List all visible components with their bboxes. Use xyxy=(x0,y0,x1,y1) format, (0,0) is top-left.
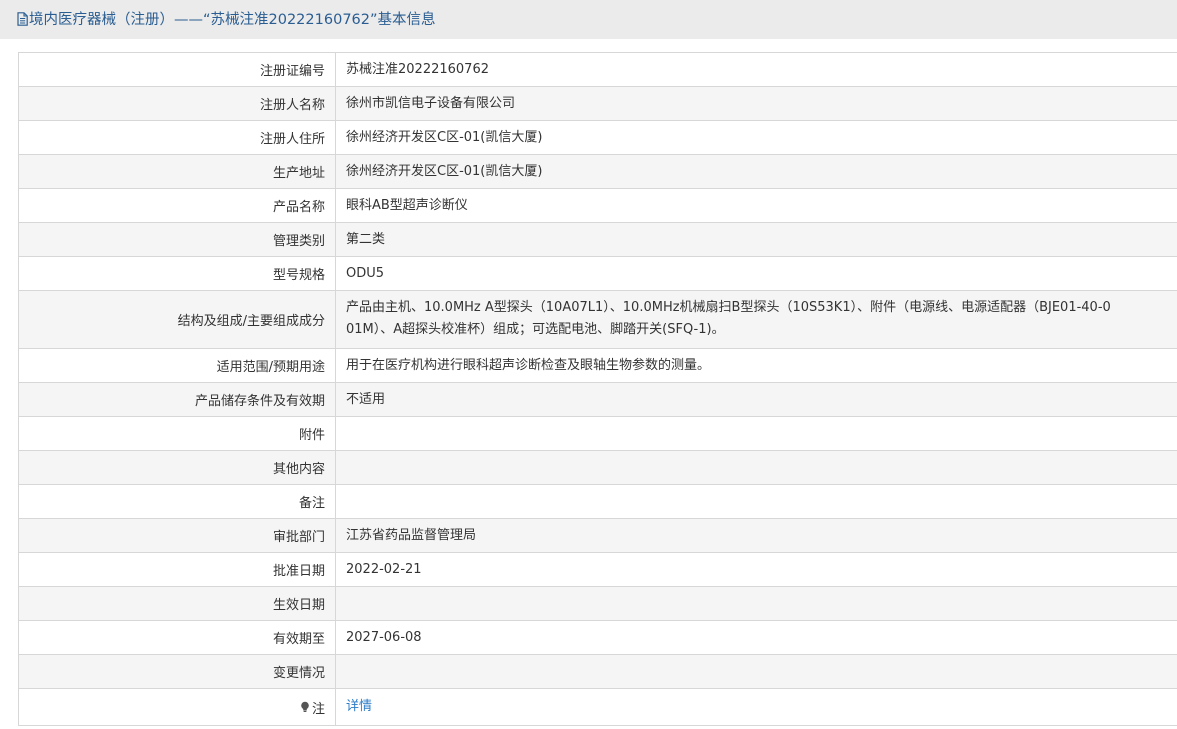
row-label: 产品名称 xyxy=(19,189,336,222)
note-label-text: 注 xyxy=(311,701,325,717)
document-icon xyxy=(17,12,28,26)
table-row: 产品名称 眼科AB型超声诊断仪 xyxy=(19,189,1177,223)
table-row: 结构及组成/主要组成成分 产品由主机、10.0MHz A型探头（10A07L1）… xyxy=(19,291,1177,349)
row-value-line: 01M）、A超探头校准杯）组成；可选配电池、脚踏开关(SFQ-1)。 xyxy=(346,322,725,337)
table-row: 其他内容 xyxy=(19,451,1177,485)
row-label: 审批部门 xyxy=(19,519,336,552)
table-row: 生产地址 徐州经济开发区C区-01(凯信大厦) xyxy=(19,155,1177,189)
row-value: 眼科AB型超声诊断仪 xyxy=(346,197,468,213)
page-title: 境内医疗器械（注册）——“苏械注准20222160762”基本信息 xyxy=(17,10,436,30)
row-value: 徐州经济开发区C区-01(凯信大厦) xyxy=(346,129,543,145)
row-value xyxy=(336,655,1177,688)
page-title-text: 境内医疗器械（注册）——“苏械注准20222160762”基本信息 xyxy=(29,12,436,28)
info-table: 注册证编号 苏械注准20222160762 注册人名称 徐州市凯信电子设备有限公… xyxy=(18,52,1177,726)
row-label: 结构及组成/主要组成成分 xyxy=(19,291,336,348)
table-row: 生效日期 xyxy=(19,587,1177,621)
row-value: 徐州市凯信电子设备有限公司 xyxy=(346,95,516,111)
row-label: 有效期至 xyxy=(19,621,336,654)
table-row: 批准日期 2022-02-21 xyxy=(19,553,1177,587)
table-row: 变更情况 xyxy=(19,655,1177,689)
details-link[interactable]: 详情 xyxy=(346,696,372,718)
row-label: 生产地址 xyxy=(19,155,336,188)
table-row: 附件 xyxy=(19,417,1177,451)
table-row: 产品储存条件及有效期 不适用 xyxy=(19,383,1177,417)
row-label: 变更情况 xyxy=(19,655,336,688)
row-label: 型号规格 xyxy=(19,257,336,290)
table-row: 有效期至 2027-06-08 xyxy=(19,621,1177,655)
row-label: 生效日期 xyxy=(19,587,336,620)
row-label: 注册人名称 xyxy=(19,87,336,120)
row-label: 产品储存条件及有效期 xyxy=(19,383,336,416)
table-row: 适用范围/预期用途 用于在医疗机构进行眼科超声诊断检查及眼轴生物参数的测量。 xyxy=(19,349,1177,383)
row-value xyxy=(336,587,1177,620)
row-label: 管理类别 xyxy=(19,223,336,256)
row-value: 详情 xyxy=(336,689,1177,725)
table-row-note: 注 详情 xyxy=(19,689,1177,726)
row-value: 第二类 xyxy=(346,231,386,247)
row-value: 徐州经济开发区C区-01(凯信大厦) xyxy=(346,163,543,179)
row-value: 2027-06-08 xyxy=(346,629,422,645)
table-row: 型号规格 ODU5 xyxy=(19,257,1177,291)
row-label: 注册人住所 xyxy=(19,121,336,154)
row-label: 注册证编号 xyxy=(19,53,336,86)
row-label: 适用范围/预期用途 xyxy=(19,349,336,382)
row-value: 苏械注准20222160762 xyxy=(346,61,489,77)
table-row: 注册人住所 徐州经济开发区C区-01(凯信大厦) xyxy=(19,121,1177,155)
row-value: ODU5 xyxy=(346,265,385,281)
table-row: 备注 xyxy=(19,485,1177,519)
page-header: 境内医疗器械（注册）——“苏械注准20222160762”基本信息 xyxy=(0,0,1177,39)
table-row: 注册证编号 苏械注准20222160762 xyxy=(19,53,1177,87)
row-value xyxy=(336,451,1177,484)
table-row: 审批部门 江苏省药品监督管理局 xyxy=(19,519,1177,553)
row-value: 不适用 xyxy=(346,391,386,407)
table-row: 注册人名称 徐州市凯信电子设备有限公司 xyxy=(19,87,1177,121)
row-label: 批准日期 xyxy=(19,553,336,586)
row-label: 其他内容 xyxy=(19,451,336,484)
row-value-line: 产品由主机、10.0MHz A型探头（10A07L1）、10.0MHz机械扇扫B… xyxy=(346,300,1111,315)
row-value: 用于在医疗机构进行眼科超声诊断检查及眼轴生物参数的测量。 xyxy=(346,357,711,373)
row-value: 2022-02-21 xyxy=(346,561,422,577)
row-label: 备注 xyxy=(19,485,336,518)
lightbulb-icon xyxy=(301,701,309,712)
table-row: 管理类别 第二类 xyxy=(19,223,1177,257)
row-value xyxy=(336,417,1177,450)
row-label: 附件 xyxy=(19,417,336,450)
row-value: 江苏省药品监督管理局 xyxy=(346,527,477,543)
note-label: 注 xyxy=(19,689,336,725)
row-value: 产品由主机、10.0MHz A型探头（10A07L1）、10.0MHz机械扇扫B… xyxy=(336,291,1177,348)
row-value xyxy=(336,485,1177,518)
